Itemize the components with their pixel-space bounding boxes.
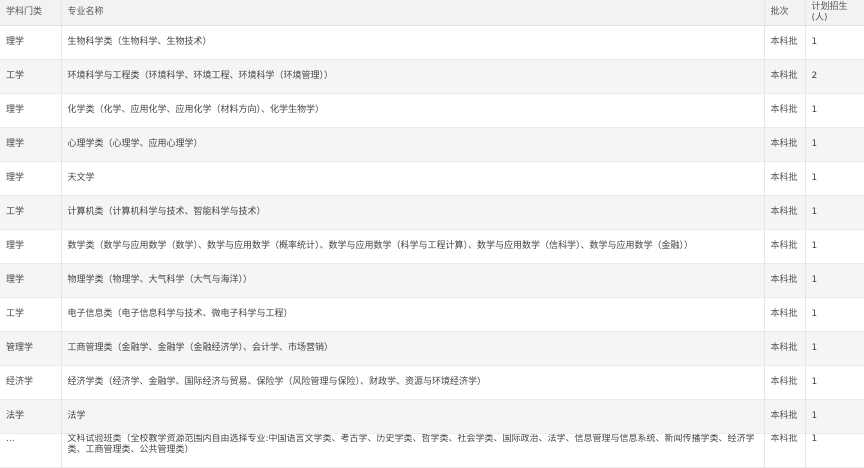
major-cell: 化学类（化学、应用化学、应用化学（材料方向）、化学生物学） [61, 93, 765, 128]
header-row: 学科门类 专业名称 批次 计划招生(人) [0, 0, 864, 26]
major-cell: 法学 [61, 399, 765, 434]
major-cell: 电子信息类（电子信息科学与技术、微电子科学与工程） [61, 297, 765, 332]
quota-cell: 1 [805, 263, 864, 298]
category-cell: 工学 [0, 297, 62, 332]
table-row[interactable]: 经济学 经济学类（经济学、金融学、国际经济与贸易、保险学（风险管理与保险）、财政… [0, 365, 864, 400]
major-cell: 经济学类（经济学、金融学、国际经济与贸易、保险学（风险管理与保险）、财政学、资源… [61, 365, 765, 400]
batch-cell: 本科批 [764, 195, 806, 230]
batch-cell: 本科批 [764, 365, 806, 400]
category-cell: 管理学 [0, 331, 62, 366]
category-cell: 工学 [0, 195, 62, 230]
table-row[interactable]: 理学 天文学 本科批 1 [0, 161, 864, 196]
quota-cell: 1 [811, 37, 818, 47]
table-row[interactable]: ... 文科试验班类（全校教学资源范围内自由选择专业:中国语言文学类、考古学、历… [0, 433, 864, 468]
table-row[interactable]: 理学 数学类（数学与应用数学（数学）、数学与应用数学（概率统计）、数学与应用数学… [0, 229, 864, 264]
column-header-quota[interactable]: 计划招生(人) [805, 0, 864, 26]
table-row[interactable]: 工学 计算机类（计算机科学与技术、智能科学与技术） 本科批 1 [0, 195, 864, 230]
quota-cell: 1 [805, 195, 864, 230]
quota-cell: 1 [811, 241, 818, 251]
quota-cell: 1 [811, 434, 818, 444]
category-cell: 理学 [0, 25, 62, 60]
column-header-major[interactable]: 专业名称 [61, 0, 765, 26]
column-header-category[interactable]: 学科门类 [0, 0, 62, 26]
batch-cell: 本科批 [764, 127, 806, 162]
major-cell: 心理学类（心理学、应用心理学） [61, 127, 765, 162]
enrollment-plan-table: 学科门类 专业名称 批次 计划招生(人) 理学 生物科学类（生物科学、生物技术）… [0, 0, 864, 468]
major-cell: 工商管理类（金融学、金融学（金融经济学）、会计学、市场营销） [61, 331, 765, 366]
table-row[interactable]: 工学 电子信息类（电子信息科学与技术、微电子科学与工程） 本科批 1 [0, 297, 864, 332]
category-cell: 理学 [0, 229, 62, 264]
category-cell: 经济学 [0, 365, 62, 400]
table-row[interactable]: 理学 心理学类（心理学、应用心理学） 本科批 1 [0, 127, 864, 162]
batch-cell: 本科批 [764, 25, 806, 60]
batch-cell: 本科批 [764, 59, 806, 94]
quota-cell: 1 [811, 377, 818, 387]
batch-cell: 本科批 [764, 297, 806, 332]
category-cell: 法学 [0, 399, 62, 434]
batch-cell: 本科批 [764, 229, 806, 264]
major-cell: 物理学类（物理学、大气科学（大气与海洋）） [61, 263, 765, 298]
major-cell: 计算机类（计算机科学与技术、智能科学与技术） [61, 195, 765, 230]
major-cell: 天文学 [61, 161, 765, 196]
table-row[interactable]: 理学 化学类（化学、应用化学、应用化学（材料方向）、化学生物学） 本科批 1 [0, 93, 864, 128]
batch-cell: 本科批 [764, 399, 806, 434]
category-cell: 理学 [0, 161, 62, 196]
major-cell: 环境科学与工程类（环境科学、环境工程、环境科学（环境管理）） [61, 59, 765, 94]
major-cell: 文科试验班类（全校教学资源范围内自由选择专业:中国语言文学类、考古学、历史学类、… [61, 433, 765, 468]
table-row[interactable]: 理学 生物科学类（生物科学、生物技术） 本科批 1 [0, 25, 864, 60]
table-row[interactable]: 工学 环境科学与工程类（环境科学、环境工程、环境科学（环境管理）） 本科批 2 [0, 59, 864, 94]
category-cell: 理学 [0, 263, 62, 298]
batch-cell: 本科批 [764, 331, 806, 366]
quota-cell: 2 [805, 59, 864, 94]
table-row[interactable]: 管理学 工商管理类（金融学、金融学（金融经济学）、会计学、市场营销） 本科批 1 [0, 331, 864, 366]
quota-cell: 1 [805, 331, 864, 366]
quota-cell: 1 [811, 173, 818, 183]
quota-cell: 1 [811, 105, 818, 115]
batch-cell: 本科批 [764, 433, 806, 468]
category-cell: ... [0, 433, 62, 468]
table-header: 学科门类 专业名称 批次 计划招生(人) [0, 0, 864, 26]
major-cell: 数学类（数学与应用数学（数学）、数学与应用数学（概率统计）、数学与应用数学（科学… [61, 229, 765, 264]
major-cell: 生物科学类（生物科学、生物技术） [61, 25, 765, 60]
batch-cell: 本科批 [764, 263, 806, 298]
batch-cell: 本科批 [764, 161, 806, 196]
category-cell: 工学 [0, 59, 62, 94]
quota-cell: 1 [811, 309, 818, 319]
quota-cell: 1 [805, 399, 864, 434]
table-row[interactable]: 理学 物理学类（物理学、大气科学（大气与海洋）） 本科批 1 [0, 263, 864, 298]
category-cell: 理学 [0, 93, 62, 128]
table-row[interactable]: 法学 法学 本科批 1 [0, 399, 864, 434]
table-body: 理学 生物科学类（生物科学、生物技术） 本科批 1 工学 环境科学与工程类（环境… [0, 25, 864, 468]
category-cell: 理学 [0, 127, 62, 162]
batch-cell: 本科批 [764, 93, 806, 128]
column-header-batch[interactable]: 批次 [764, 0, 806, 26]
quota-cell: 1 [805, 127, 864, 162]
